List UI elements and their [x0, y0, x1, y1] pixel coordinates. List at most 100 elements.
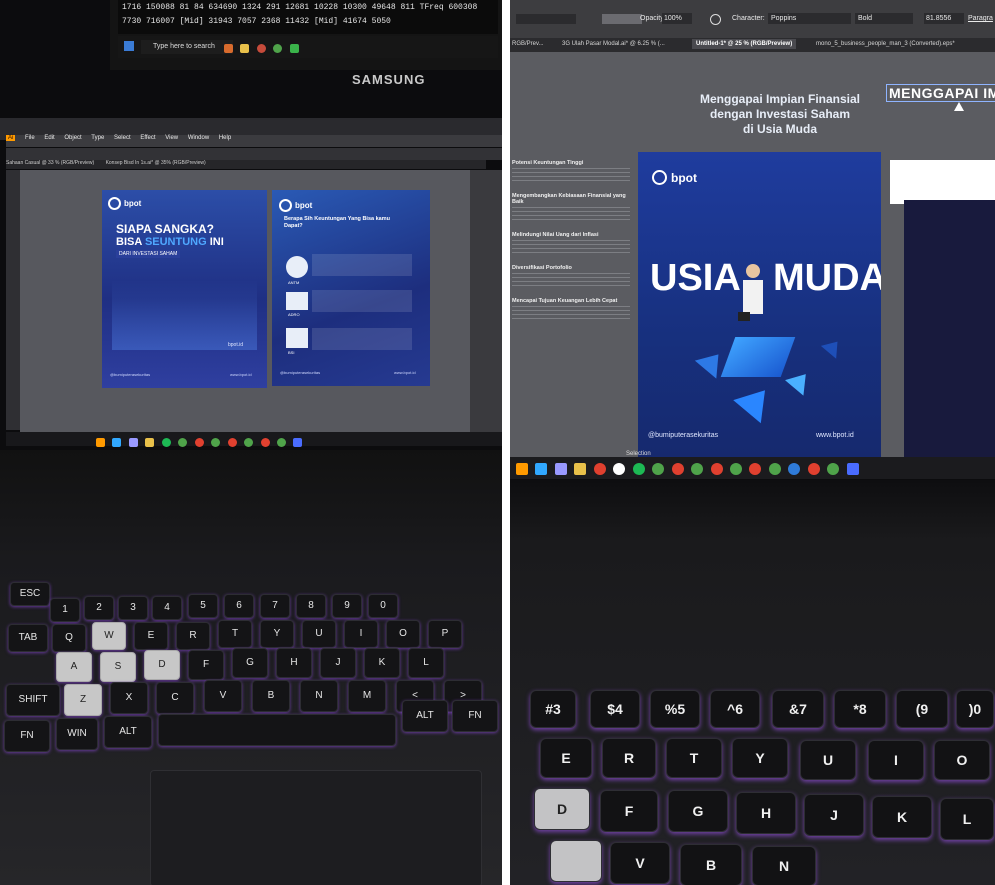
artboard-dark[interactable]: [904, 200, 995, 458]
style-swatch[interactable]: [602, 14, 642, 24]
key[interactable]: 7: [260, 594, 290, 618]
menu-item[interactable]: Effect: [140, 135, 155, 141]
folder-icon[interactable]: [145, 438, 155, 447]
document-tab[interactable]: 3G Ulah Pasar Modal.ai* @ 6.25 % (...: [562, 41, 665, 47]
chrome-icon[interactable]: [729, 463, 742, 475]
monitor-search-input[interactable]: Type here to search: [141, 40, 233, 54]
chrome-icon[interactable]: [273, 44, 283, 53]
key[interactable]: V: [204, 680, 242, 712]
illustrator-icon[interactable]: [516, 463, 528, 475]
key[interactable]: G: [232, 648, 268, 678]
key[interactable]: S: [100, 652, 136, 682]
chrome-icon[interactable]: [194, 438, 204, 447]
key[interactable]: FN: [452, 700, 498, 732]
key[interactable]: G: [668, 790, 728, 832]
key[interactable]: L: [940, 798, 994, 840]
chrome-icon[interactable]: [691, 463, 704, 475]
artboard-keuntungan[interactable]: bpot Berapa Sih Keuntungan Yang Bisa kam…: [272, 190, 430, 386]
chrome-icon[interactable]: [227, 438, 237, 447]
folder-icon[interactable]: [574, 463, 587, 475]
menu-item[interactable]: Ai: [6, 135, 16, 141]
key[interactable]: B: [680, 844, 742, 885]
spotify-icon[interactable]: [161, 438, 171, 447]
key[interactable]: 6: [224, 594, 254, 618]
chrome-icon[interactable]: [244, 438, 254, 447]
chrome-icon[interactable]: [749, 463, 762, 475]
key[interactable]: C: [156, 682, 194, 714]
key[interactable]: FN: [4, 720, 50, 752]
key[interactable]: ESC: [10, 582, 50, 606]
app-icon[interactable]: [593, 463, 606, 475]
key[interactable]: K: [872, 796, 932, 838]
key[interactable]: 5: [188, 594, 218, 618]
key[interactable]: Z: [64, 684, 102, 716]
document-tab[interactable]: RGB/Prev...: [512, 41, 544, 47]
font-family-select[interactable]: Poppins: [768, 13, 851, 24]
key[interactable]: J: [804, 794, 864, 836]
key[interactable]: T: [666, 738, 722, 778]
chrome-icon[interactable]: [768, 463, 781, 475]
key[interactable]: ALT: [104, 716, 152, 748]
key[interactable]: $4: [590, 690, 640, 728]
key[interactable]: 8: [296, 594, 326, 618]
key[interactable]: F: [600, 790, 658, 832]
key[interactable]: E: [540, 738, 592, 778]
menu-item[interactable]: File: [25, 135, 35, 141]
menu-item[interactable]: Object: [64, 135, 81, 141]
menu-item[interactable]: Select: [114, 135, 131, 141]
key[interactable]: (9: [896, 690, 948, 728]
key[interactable]: K: [364, 648, 400, 678]
key[interactable]: 3: [118, 596, 148, 620]
illustrator-icon[interactable]: [96, 438, 105, 447]
document-tab-active[interactable]: Untitled-1* @ 25 % (RGB/Preview): [692, 39, 797, 49]
app-icon[interactable]: [613, 463, 626, 475]
key[interactable]: F: [188, 650, 224, 680]
menu-item[interactable]: Window: [188, 135, 209, 141]
key[interactable]: H: [276, 648, 312, 678]
paragraph-link[interactable]: Paragra: [968, 15, 993, 22]
document-tab[interactable]: Sahaan Casual @ 33 % (RGB/Preview): [6, 160, 94, 166]
key[interactable]: Y: [732, 738, 788, 778]
key[interactable]: %5: [650, 690, 700, 728]
app-icon[interactable]: [224, 44, 233, 53]
menu-item[interactable]: Help: [219, 135, 231, 141]
key[interactable]: )0: [956, 690, 994, 728]
windows-start-icon[interactable]: [124, 41, 134, 51]
folder-icon[interactable]: [240, 44, 250, 53]
key[interactable]: X: [110, 682, 148, 714]
key[interactable]: R: [602, 738, 656, 778]
key[interactable]: A: [56, 652, 92, 682]
artboard-siapa-sangka[interactable]: bpot SIAPA SANGKA? BISA SEUNTUNG INI DAR…: [102, 190, 267, 388]
stroke-dropdown[interactable]: [516, 14, 576, 24]
artboard-white-area[interactable]: [890, 160, 995, 204]
document-tab[interactable]: mono_5_business_people_man_3 (Converted)…: [816, 41, 955, 47]
chrome-icon[interactable]: [710, 463, 723, 475]
key[interactable]: 0: [368, 594, 398, 618]
app-icon[interactable]: [293, 438, 303, 447]
key[interactable]: WIN: [56, 718, 98, 750]
key[interactable]: 1: [50, 598, 80, 622]
premiere-icon[interactable]: [554, 463, 567, 475]
key[interactable]: U: [800, 740, 856, 780]
key[interactable]: 4: [152, 596, 182, 620]
key[interactable]: U: [302, 620, 336, 648]
key[interactable]: B: [252, 680, 290, 712]
chrome-icon[interactable]: [652, 463, 665, 475]
chrome-icon[interactable]: [260, 438, 270, 447]
chrome-icon[interactable]: [827, 463, 840, 475]
key[interactable]: T: [218, 620, 252, 648]
tools-panel[interactable]: [6, 170, 20, 430]
key[interactable]: O: [934, 740, 990, 780]
chrome-icon[interactable]: [211, 438, 221, 447]
properties-panel[interactable]: [470, 170, 502, 432]
key[interactable]: I: [344, 620, 378, 648]
chrome-icon[interactable]: [671, 463, 684, 475]
app-icon[interactable]: [289, 44, 299, 53]
key[interactable]: P: [428, 620, 462, 648]
key[interactable]: D: [144, 650, 180, 680]
photoshop-icon[interactable]: [112, 438, 122, 447]
key[interactable]: [550, 840, 602, 882]
key[interactable]: N: [300, 680, 338, 712]
key[interactable]: &7: [772, 690, 824, 728]
edge-icon[interactable]: [788, 463, 801, 475]
